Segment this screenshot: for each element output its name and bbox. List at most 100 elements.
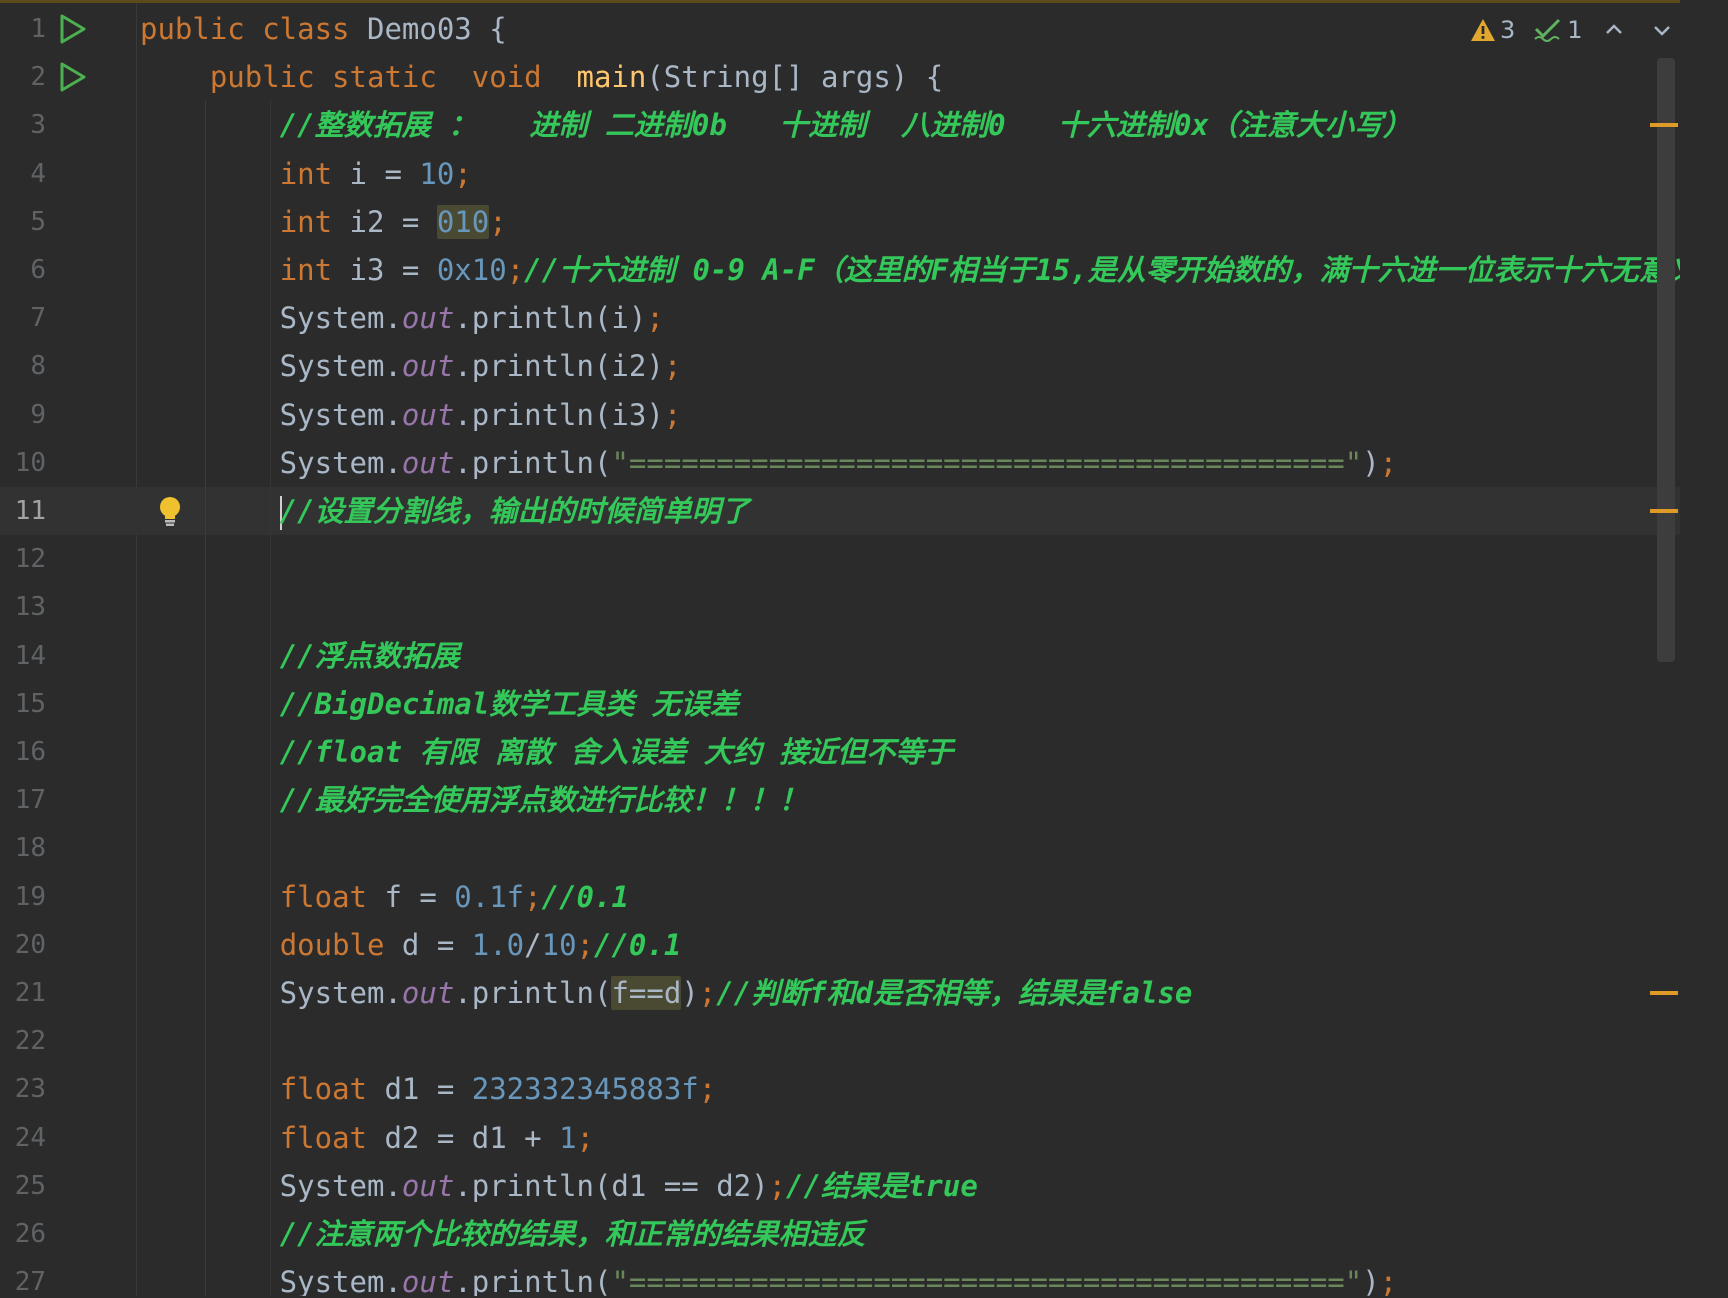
code-text[interactable]: //浮点数拓展	[140, 632, 460, 680]
code-text[interactable]: public class Demo03 {	[140, 5, 507, 53]
code-text[interactable]: //最好完全使用浮点数进行比较！！！！	[140, 776, 808, 824]
line-number[interactable]: 11	[0, 487, 46, 535]
code-text[interactable]: float d1 = 232332345883f;	[140, 1065, 717, 1113]
line-number[interactable]: 14	[0, 632, 46, 680]
warning-marker[interactable]	[1650, 991, 1678, 995]
code-line[interactable]: 11 //设置分割线，输出的时候简单明了	[0, 487, 1680, 535]
line-number[interactable]: 27	[0, 1258, 46, 1298]
line-number[interactable]: 15	[0, 680, 46, 728]
line-number[interactable]: 20	[0, 921, 46, 969]
weak-warnings-indicator[interactable]: 1	[1533, 16, 1583, 44]
code-token: System.	[140, 301, 402, 336]
code-text[interactable]: //BigDecimal数学工具类 无误差	[140, 680, 739, 728]
code-line[interactable]: 18	[0, 824, 1680, 872]
code-text[interactable]: int i = 10;	[140, 150, 472, 198]
code-text[interactable]: //整数拓展 ： 进制 二进制0b 十进制 八进制0 十六进制0x（注意大小写）	[140, 101, 1412, 149]
code-token: ;	[1379, 1265, 1398, 1298]
line-number[interactable]: 21	[0, 969, 46, 1017]
code-line[interactable]: 9 System.out.println(i3);	[0, 391, 1680, 439]
code-line[interactable]: 27 System.out.println("=================…	[0, 1258, 1680, 1298]
line-number[interactable]: 22	[0, 1017, 46, 1065]
code-line[interactable]: 24 float d2 = d1 + 1;	[0, 1114, 1680, 1162]
code-text[interactable]: System.out.println(f==d);//判断f和d是否相等，结果是…	[140, 969, 1192, 1017]
code-token: out	[401, 1265, 455, 1298]
line-number[interactable]: 26	[0, 1210, 46, 1258]
code-text[interactable]: //注意两个比较的结果，和正常的结果相违反	[140, 1210, 866, 1258]
code-line[interactable]: 1 public class Demo03 {	[0, 5, 1680, 53]
chevron-up-icon[interactable]	[1601, 18, 1627, 42]
line-number[interactable]: 13	[0, 583, 46, 631]
line-number[interactable]: 24	[0, 1114, 46, 1162]
code-text[interactable]: System.out.println(i);	[140, 294, 664, 342]
line-number[interactable]: 8	[0, 342, 46, 390]
code-token: out	[401, 397, 455, 432]
code-text[interactable]: //设置分割线，输出的时候简单明了	[140, 487, 750, 535]
code-token: //float 有限 离散 舍入误差 大约 接近但不等于	[279, 735, 954, 769]
warning-marker[interactable]	[1650, 123, 1678, 128]
code-line[interactable]: 12	[0, 535, 1680, 583]
line-number[interactable]: 25	[0, 1162, 46, 1210]
line-number[interactable]: 23	[0, 1065, 46, 1113]
line-number[interactable]: 12	[0, 535, 46, 583]
line-number[interactable]: 16	[0, 728, 46, 776]
code-line[interactable]: 15 //BigDecimal数学工具类 无误差	[0, 680, 1680, 728]
line-number[interactable]: 4	[0, 150, 46, 198]
code-text[interactable]: System.out.println("====================…	[140, 439, 1397, 487]
line-number[interactable]: 3	[0, 101, 46, 149]
warnings-indicator[interactable]: 3	[1470, 16, 1515, 44]
code-line[interactable]: 19 float f = 0.1f;//0.1	[0, 873, 1680, 921]
code-text[interactable]: double d = 1.0/10;//0.1	[140, 921, 682, 969]
code-line[interactable]: 6 int i3 = 0x10;//十六进制 0-9 A-F（这里的F相当于15…	[0, 246, 1696, 294]
code-token: i3 =	[349, 253, 437, 287]
inspection-widget[interactable]: 3 1	[1470, 12, 1675, 48]
code-line[interactable]: 13	[0, 583, 1680, 631]
code-line[interactable]: 21 System.out.println(f==d);//判断f和d是否相等，…	[0, 969, 1680, 1017]
line-number[interactable]: 9	[0, 391, 46, 439]
code-line[interactable]: 8 System.out.println(i2);	[0, 342, 1680, 390]
run-icon[interactable]	[56, 13, 88, 45]
vertical-scrollbar-track[interactable]	[1680, 0, 1728, 1298]
line-number[interactable]: 1	[0, 5, 46, 53]
code-line[interactable]: 22	[0, 1017, 1680, 1065]
code-line[interactable]: 17 //最好完全使用浮点数进行比较！！！！	[0, 776, 1680, 824]
code-token: .println(d1 == d2)	[454, 1168, 769, 1203]
line-number[interactable]: 18	[0, 824, 46, 872]
code-editor[interactable]: 1 public class Demo03 {2 public static vo…	[0, 0, 1728, 1298]
code-text[interactable]: System.out.println(d1 == d2);//结果是true	[140, 1162, 978, 1210]
code-line[interactable]: 14 //浮点数拓展	[0, 632, 1680, 680]
code-line[interactable]: 23 float d1 = 232332345883f;	[0, 1065, 1680, 1113]
code-text[interactable]: public static void main(String[] args) {	[140, 53, 943, 101]
code-text[interactable]: System.out.println(i3);	[140, 391, 682, 439]
code-line[interactable]: 5 int i2 = 010;	[0, 198, 1680, 246]
code-text[interactable]: int i3 = 0x10;//十六进制 0-9 A-F（这里的F相当于15,是…	[140, 246, 1697, 294]
line-number[interactable]: 17	[0, 776, 46, 824]
code-line[interactable]: 4 int i = 10;	[0, 150, 1680, 198]
code-token: ;	[663, 349, 682, 384]
code-token: float	[279, 1072, 385, 1107]
code-line[interactable]: 3 //整数拓展 ： 进制 二进制0b 十进制 八进制0 十六进制0x（注意大小…	[0, 101, 1680, 149]
code-text[interactable]: System.out.println(i2);	[140, 342, 682, 390]
warning-marker[interactable]	[1650, 509, 1678, 513]
code-text[interactable]: int i2 = 010;	[140, 198, 507, 246]
code-line[interactable]: 7 System.out.println(i);	[0, 294, 1680, 342]
code-text[interactable]: float d2 = d1 + 1;	[140, 1114, 594, 1162]
chevron-down-icon[interactable]	[1649, 18, 1675, 42]
code-line[interactable]: 26 //注意两个比较的结果，和正常的结果相违反	[0, 1210, 1680, 1258]
line-number[interactable]: 2	[0, 53, 46, 101]
line-number[interactable]: 10	[0, 439, 46, 487]
code-text[interactable]: float f = 0.1f;//0.1	[140, 873, 629, 921]
line-number[interactable]: 6	[0, 246, 46, 294]
code-text[interactable]: //float 有限 离散 舍入误差 大约 接近但不等于	[140, 728, 954, 776]
code-line[interactable]: 25 System.out.println(d1 == d2);//结果是tru…	[0, 1162, 1680, 1210]
run-icon[interactable]	[56, 61, 88, 93]
code-line[interactable]: 16 //float 有限 离散 舍入误差 大约 接近但不等于	[0, 728, 1680, 776]
code-text[interactable]: System.out.println("====================…	[140, 1258, 1397, 1298]
code-line[interactable]: 2 public static void main(String[] args)…	[0, 53, 1680, 101]
line-number[interactable]: 19	[0, 873, 46, 921]
vertical-scrollbar-thumb[interactable]	[1657, 58, 1675, 662]
line-number[interactable]: 5	[0, 198, 46, 246]
code-line[interactable]: 10 System.out.println("=================…	[0, 439, 1680, 487]
code-line[interactable]: 20 double d = 1.0/10;//0.1	[0, 921, 1680, 969]
line-number[interactable]: 7	[0, 294, 46, 342]
code-token: .println(i2)	[454, 349, 664, 384]
